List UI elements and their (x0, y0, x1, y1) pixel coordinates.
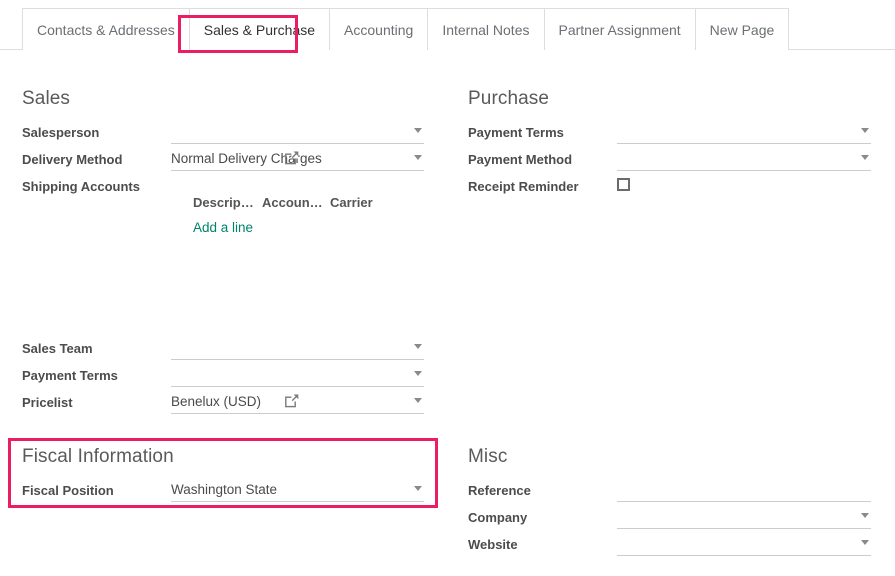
reference-value (617, 478, 871, 479)
website-input[interactable] (617, 532, 871, 556)
field-underline (617, 170, 871, 171)
field-underline (171, 501, 424, 502)
delivery-method-label: Delivery Method (22, 152, 123, 167)
pricelist-label: Pricelist (22, 395, 73, 410)
sales-team-value (171, 336, 424, 337)
notebook-tab-bar: Contacts & Addresses Sales & Purchase Ac… (0, 0, 895, 53)
purchase-section-title: Purchase (468, 88, 550, 109)
website-value (617, 532, 871, 533)
field-underline (617, 555, 871, 556)
field-payment-method: Payment Method (468, 147, 871, 174)
external-link-icon[interactable] (285, 151, 299, 165)
field-underline (171, 143, 424, 144)
salesperson-input[interactable] (171, 120, 424, 144)
field-underline (617, 528, 871, 529)
misc-section-title: Misc (468, 446, 508, 467)
field-underline (617, 501, 871, 502)
tab-internal-notes[interactable]: Internal Notes (427, 8, 544, 50)
sales-payment-terms-input[interactable] (171, 363, 424, 387)
chevron-down-icon[interactable] (861, 155, 869, 160)
fiscal-position-label: Fiscal Position (22, 483, 114, 498)
chevron-down-icon[interactable] (414, 486, 422, 491)
chevron-down-icon[interactable] (414, 398, 422, 403)
chevron-down-icon[interactable] (414, 371, 422, 376)
field-underline (171, 386, 424, 387)
tab-contacts-addresses[interactable]: Contacts & Addresses (22, 8, 189, 50)
field-receipt-reminder: Receipt Reminder (468, 174, 871, 201)
sales-section-title: Sales (22, 88, 71, 109)
field-underline (171, 170, 424, 171)
company-value (617, 505, 871, 506)
fiscal-position-value: Washington State (171, 482, 278, 497)
tab-accounting[interactable]: Accounting (329, 8, 428, 50)
tab-partner-assignment[interactable]: Partner Assignment (543, 8, 695, 50)
sales-purchase-form: Sales Salesperson Delivery Method Normal… (0, 50, 895, 576)
field-pricelist: Pricelist Benelux (USD) (22, 390, 424, 417)
tab-strip: Contacts & Addresses Sales & Purchase Ac… (22, 8, 790, 50)
sales-payment-terms-label: Payment Terms (22, 368, 118, 383)
payment-method-label: Payment Method (468, 152, 573, 167)
payment-method-value (617, 147, 871, 148)
field-underline (171, 359, 424, 360)
field-sales-team: Sales Team (22, 336, 424, 363)
column-header-description: Descrip… (193, 195, 254, 210)
sales-team-label: Sales Team (22, 341, 93, 356)
field-sales-payment-terms: Payment Terms (22, 363, 424, 390)
field-delivery-method: Delivery Method Normal Delivery Charges (22, 147, 424, 174)
salesperson-label: Salesperson (22, 125, 100, 140)
tab-new-page[interactable]: New Page (694, 8, 790, 50)
tab-sales-purchase[interactable]: Sales & Purchase (188, 8, 330, 50)
field-purchase-payment-terms: Payment Terms (468, 120, 871, 147)
receipt-reminder-label: Receipt Reminder (468, 179, 579, 194)
receipt-reminder-control (617, 174, 871, 198)
column-header-carrier: Carrier (330, 195, 373, 210)
website-label: Website (468, 537, 518, 552)
field-fiscal-position: Fiscal Position Washington State (22, 478, 424, 505)
chevron-down-icon[interactable] (414, 344, 422, 349)
chevron-down-icon[interactable] (861, 513, 869, 518)
reference-label: Reference (468, 483, 531, 498)
column-header-account: Accoun… (262, 195, 323, 210)
fiscal-position-input[interactable]: Washington State (171, 478, 424, 502)
shipping-accounts-table: Descrip… Accoun… Carrier Add a line (193, 195, 453, 235)
field-underline (617, 143, 871, 144)
chevron-down-icon[interactable] (861, 540, 869, 545)
company-input[interactable] (617, 505, 871, 529)
field-underline (171, 413, 424, 414)
fiscal-information-section-title: Fiscal Information (22, 446, 174, 467)
chevron-down-icon[interactable] (414, 155, 422, 160)
payment-method-input[interactable] (617, 147, 871, 171)
field-company: Company (468, 505, 871, 532)
purchase-payment-terms-label: Payment Terms (468, 125, 564, 140)
shipping-accounts-label: Shipping Accounts (22, 179, 140, 194)
chevron-down-icon[interactable] (414, 128, 422, 133)
purchase-payment-terms-input[interactable] (617, 120, 871, 144)
receipt-reminder-checkbox[interactable] (617, 178, 630, 191)
sales-team-input[interactable] (171, 336, 424, 360)
purchase-payment-terms-value (617, 120, 871, 121)
field-shipping-accounts: Shipping Accounts (22, 174, 171, 201)
field-website: Website (468, 532, 871, 559)
company-label: Company (468, 510, 528, 525)
field-reference: Reference (468, 478, 871, 505)
reference-input[interactable] (617, 478, 871, 502)
salesperson-value (171, 120, 424, 121)
sales-payment-terms-value (171, 363, 424, 364)
external-link-icon[interactable] (285, 394, 299, 408)
add-a-line-button[interactable]: Add a line (193, 220, 453, 235)
chevron-down-icon[interactable] (861, 128, 869, 133)
table-header-row: Descrip… Accoun… Carrier (193, 195, 453, 210)
field-salesperson: Salesperson (22, 120, 424, 147)
